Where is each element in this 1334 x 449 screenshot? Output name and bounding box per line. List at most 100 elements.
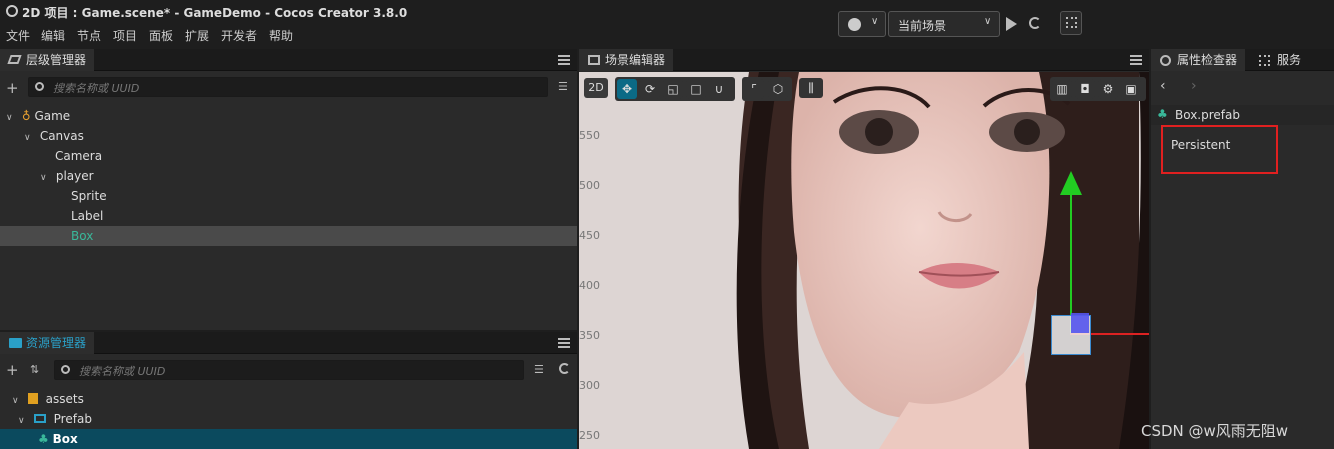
gizmo-y-arrow[interactable] — [1060, 171, 1082, 195]
tree-node-label-node[interactable]: Label — [71, 206, 103, 226]
hierarchy-search-placeholder: 搜索名称或 UUID — [53, 82, 140, 95]
tree-node-label: Game — [34, 109, 71, 123]
tree-node-sprite[interactable]: Sprite — [71, 186, 107, 206]
rect-tool-button[interactable]: □ — [686, 79, 706, 99]
watermark: CSDN @w风雨无阻w — [1141, 422, 1289, 440]
chevron-down-icon: ∨ — [40, 173, 47, 183]
assets-menu-icon[interactable] — [558, 338, 570, 348]
scene-header: 场景编辑器 — [579, 49, 1149, 71]
persistent-checkbox[interactable]: Persistent — [1171, 138, 1230, 152]
menu-project[interactable]: 项目 — [113, 27, 137, 44]
tab-inspector-label: 属性检查器 — [1177, 53, 1238, 67]
menu-developer[interactable]: 开发者 — [221, 27, 257, 44]
scene-select-value: 当前场景 — [898, 19, 947, 33]
align-tool-button[interactable]: ⫼ — [799, 78, 823, 98]
asset-prefab-folder[interactable]: ∨ Prefab — [18, 409, 92, 429]
scale-tool-button[interactable]: ◱ — [663, 79, 683, 99]
scene-menu-icon[interactable] — [1130, 55, 1142, 65]
flame-icon: ♁ — [21, 109, 31, 123]
tree-node-label: Camera — [55, 149, 103, 163]
menu-edit[interactable]: 编辑 — [41, 27, 65, 44]
chevron-down-icon: ∨ — [871, 16, 879, 27]
rotate-tool-button[interactable]: ⟳ — [640, 79, 660, 99]
ruler-label: 300 — [579, 379, 600, 392]
menu-panel[interactable]: 面板 — [149, 27, 173, 44]
tab-scene[interactable]: 场景编辑器 — [579, 49, 674, 71]
tab-hierarchy[interactable]: 层级管理器 — [0, 49, 95, 71]
asset-label: assets — [45, 392, 84, 406]
pivot-button[interactable]: ⌜ — [744, 79, 764, 99]
scene-select[interactable]: 当前场景 ∨ — [888, 11, 1000, 37]
layers-icon — [7, 55, 22, 64]
hierarchy-menu-icon[interactable] — [558, 55, 570, 65]
scene-icon — [588, 55, 600, 65]
asset-name: Box.prefab — [1175, 108, 1240, 122]
menu-extension[interactable]: 扩展 — [185, 27, 209, 44]
snap-tool-button[interactable]: ∪ — [709, 79, 729, 99]
assets-search-placeholder: 搜索名称或 UUID — [79, 365, 166, 378]
ruler-toggle-button[interactable]: ▥ — [1052, 79, 1072, 99]
list-icon[interactable]: ☰ — [534, 363, 544, 376]
tree-node-label: Box — [71, 229, 94, 243]
menu-node[interactable]: 节点 — [77, 27, 101, 44]
screen-button[interactable]: ▣ — [1121, 79, 1141, 99]
tree-node-player[interactable]: ∨ player — [40, 166, 94, 186]
asset-assets[interactable]: ∨ assets — [12, 389, 84, 409]
add-asset-icon[interactable]: + — [6, 361, 19, 379]
hierarchy-search-input[interactable]: 搜索名称或 UUID — [28, 77, 548, 97]
asset-box-prefab[interactable]: ♣ Box — [0, 429, 577, 449]
tab-assets-label: 资源管理器 — [26, 336, 87, 350]
menu-help[interactable]: 帮助 — [269, 27, 293, 44]
back-arrow-icon[interactable]: ‹ — [1160, 78, 1166, 94]
ruler-label: 350 — [579, 329, 600, 342]
local-button[interactable]: ⬡ — [768, 79, 788, 99]
mode-2d-button[interactable]: 2D — [584, 78, 608, 98]
tree-node-box[interactable]: Box — [0, 226, 577, 246]
scene-viewport[interactable] — [579, 72, 1149, 449]
assets-search-input[interactable]: 搜索名称或 UUID — [54, 360, 524, 380]
tab-assets[interactable]: 资源管理器 — [0, 332, 95, 354]
title-bar: 2D 项目 : Game.scene* - GameDemo - Cocos C… — [0, 0, 1334, 22]
tree-node-label: Label — [71, 209, 104, 223]
menu-file[interactable]: 文件 — [6, 27, 30, 44]
qr-code-button[interactable] — [1060, 11, 1082, 35]
grid-icon — [1259, 55, 1270, 66]
refresh-icon[interactable] — [559, 363, 570, 374]
scene-panel: 场景编辑器 550 500 450 400 350 300 250 2D ✥ ⟳… — [579, 49, 1149, 449]
sort-icon[interactable]: ☰ — [558, 80, 568, 93]
add-node-icon[interactable]: + — [6, 79, 19, 97]
tab-scene-label: 场景编辑器 — [605, 53, 666, 67]
qr-code-icon — [1066, 17, 1077, 28]
camera-button[interactable]: ◘ — [1075, 79, 1095, 99]
sort-icon[interactable]: ⇅ — [30, 363, 39, 376]
ruler-label: 400 — [579, 279, 600, 292]
assets-panel: 资源管理器 + ⇅ 搜索名称或 UUID ☰ ∨ assets ∨ Prefab… — [0, 332, 577, 449]
chevron-down-icon: ∨ — [24, 133, 31, 143]
globe-icon — [1160, 55, 1171, 66]
ruler-label: 500 — [579, 179, 600, 192]
menu-bar: 文件 编辑 节点 项目 面板 扩展 开发者 帮助 — [0, 22, 830, 46]
refresh-button[interactable] — [1026, 11, 1046, 37]
ruler-label: 250 — [579, 429, 600, 442]
tree-node-canvas[interactable]: ∨ Canvas — [24, 126, 84, 146]
asset-label: Box — [52, 432, 78, 446]
play-button[interactable] — [1002, 11, 1022, 37]
assets-header: 资源管理器 — [0, 332, 577, 354]
chevron-down-icon: ∨ — [6, 113, 13, 123]
move-tool-button[interactable]: ✥ — [617, 79, 637, 99]
gear-icon[interactable]: ⚙ — [1098, 79, 1118, 99]
app-logo-icon — [6, 5, 18, 17]
tab-inspector[interactable]: 属性检查器 — [1151, 49, 1246, 71]
preview-controls: ∨ 当前场景 ∨ — [838, 11, 1083, 37]
tree-node-camera[interactable]: Camera — [55, 146, 102, 166]
platform-select[interactable]: ∨ — [838, 11, 886, 37]
search-icon — [61, 365, 70, 374]
forward-arrow-icon[interactable]: › — [1191, 78, 1197, 94]
tab-services[interactable]: 服务 — [1251, 49, 1309, 71]
play-icon — [1006, 17, 1017, 31]
tree-node-game[interactable]: ∨ ♁ Game — [6, 106, 70, 126]
prefab-icon: ♣ — [1157, 107, 1168, 121]
gizmo-xy-handle[interactable] — [1071, 313, 1089, 333]
prefab-icon: ♣ — [38, 432, 49, 446]
chevron-down-icon: ∨ — [984, 16, 992, 27]
